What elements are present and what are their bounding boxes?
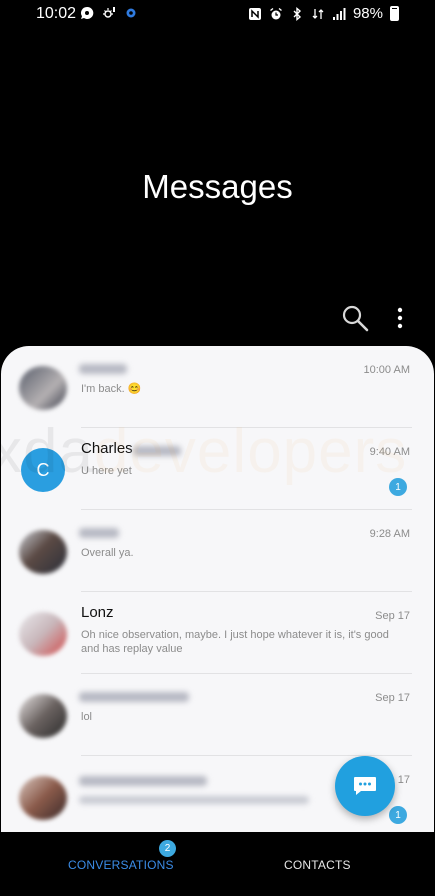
status-left-icons — [80, 6, 138, 20]
conversation-row[interactable]: I'm back. 😊 10:00 AM — [1, 346, 434, 428]
unread-badge: 1 — [389, 806, 407, 824]
tab-contacts[interactable]: CONTACTS — [284, 858, 351, 872]
compose-chat-icon — [354, 777, 376, 795]
avatar — [19, 612, 67, 656]
message-time: 9:40 AM — [369, 446, 410, 458]
signal-icon — [332, 7, 346, 20]
message-preview: lol — [81, 711, 93, 723]
more-options-icon[interactable] — [388, 303, 412, 333]
avatar — [19, 694, 67, 738]
contact-name-redacted — [79, 692, 189, 702]
message-time: Sep 17 — [375, 610, 410, 622]
battery-icon — [390, 6, 399, 21]
unread-badge: 1 — [389, 478, 407, 496]
contact-name: Lonz — [81, 604, 114, 621]
conversation-row[interactable]: Overall ya. 9:28 AM — [1, 510, 434, 592]
sun-alert-icon — [103, 7, 115, 18]
status-time: 10:02 — [36, 5, 77, 22]
contact-name-redacted — [79, 776, 207, 786]
contact-name-redacted — [79, 528, 119, 538]
conversation-row[interactable]: C Charles U here yet 9:40 AM 1 — [1, 428, 434, 510]
data-icon — [312, 8, 324, 19]
status-right-icons: 98% — [248, 5, 399, 22]
battery-percent: 98% — [352, 5, 383, 22]
conversation-row[interactable]: lol Sep 17 — [1, 674, 434, 756]
status-bar: 10:02 98% — [0, 0, 435, 28]
contact-name-redacted — [79, 364, 127, 374]
message-preview-redacted — [79, 796, 309, 804]
message-time: Sep 17 — [375, 692, 410, 704]
new-message-button[interactable] — [335, 756, 395, 816]
conversations-count-badge: 2 — [159, 840, 176, 857]
bluetooth-icon — [293, 6, 302, 21]
avatar — [19, 366, 67, 410]
search-icon[interactable] — [340, 303, 370, 333]
tab-conversations[interactable]: CONVERSATIONS — [68, 858, 174, 872]
message-preview: I'm back. 😊 — [81, 383, 142, 395]
message-preview: Overall ya. — [81, 547, 134, 559]
message-time: 9:28 AM — [369, 528, 410, 540]
avatar — [19, 776, 67, 820]
message-preview: U here yet — [81, 465, 132, 477]
conversation-row[interactable]: Lonz Oh nice observation, maybe. I just … — [1, 592, 434, 674]
page-title: Messages — [142, 168, 293, 205]
contact-name: Charles — [81, 440, 133, 457]
message-time: 10:00 AM — [363, 364, 410, 376]
chat-bubble-icon — [81, 6, 94, 19]
avatar — [19, 530, 67, 574]
message-preview: Oh nice observation, maybe. I just hope … — [81, 629, 389, 655]
gear-icon — [126, 8, 136, 18]
nfc-icon — [248, 7, 261, 20]
contact-name-redacted — [133, 446, 181, 456]
bottom-tab-bar: 2 CONVERSATIONS CONTACTS — [0, 832, 435, 896]
avatar: C — [21, 448, 65, 492]
alarm-icon — [270, 7, 282, 19]
